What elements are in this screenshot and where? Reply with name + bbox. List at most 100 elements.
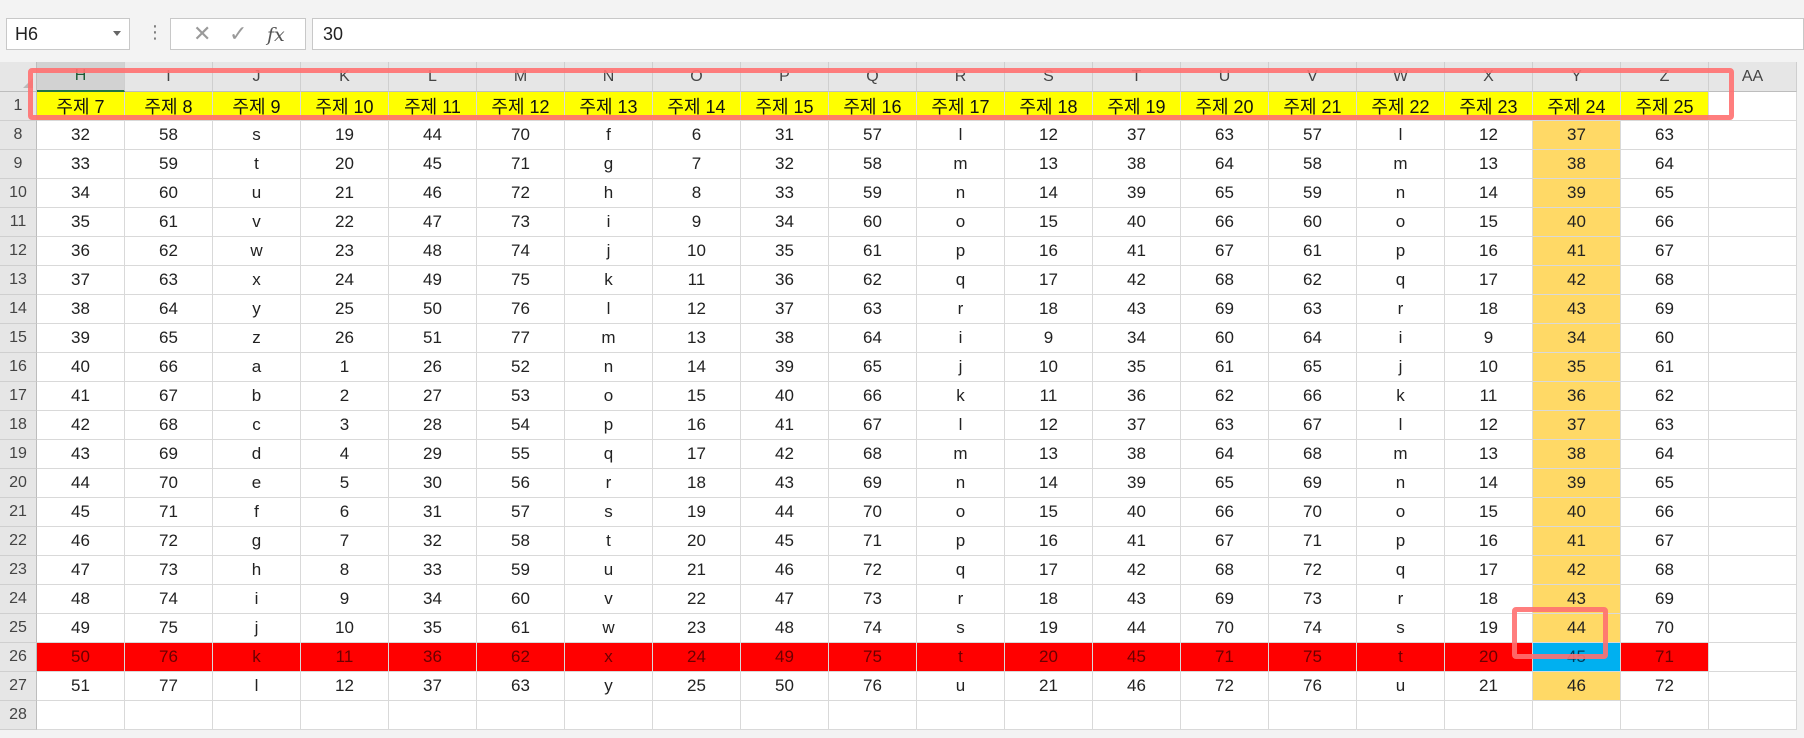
cell-u25[interactable]: 70 [1181,614,1269,643]
cell-u17[interactable]: 62 [1181,382,1269,411]
row-header-19[interactable]: 19 [0,440,37,469]
row-header-13[interactable]: 13 [0,266,37,295]
cell-z28[interactable] [1621,701,1709,730]
column-header-j[interactable]: J [213,62,301,92]
cell-s17[interactable]: 11 [1005,382,1093,411]
cell-m27[interactable]: 63 [477,672,565,701]
cell-r19[interactable]: m [917,440,1005,469]
cell-q24[interactable]: 73 [829,585,917,614]
cell-n17[interactable]: o [565,382,653,411]
cell-n27[interactable]: y [565,672,653,701]
cell-r13[interactable]: q [917,266,1005,295]
cell-aa20[interactable] [1709,469,1797,498]
cell-y20[interactable]: 39 [1533,469,1621,498]
cell-z14[interactable]: 69 [1621,295,1709,324]
cell-u16[interactable]: 61 [1181,353,1269,382]
cell-t25[interactable]: 44 [1093,614,1181,643]
cell-k21[interactable]: 6 [301,498,389,527]
cell-u1[interactable]: 주제 20 [1181,92,1269,121]
cell-aa1[interactable] [1709,92,1797,121]
cell-q18[interactable]: 67 [829,411,917,440]
cell-aa10[interactable] [1709,179,1797,208]
cell-r24[interactable]: r [917,585,1005,614]
cell-u14[interactable]: 69 [1181,295,1269,324]
cell-r18[interactable]: l [917,411,1005,440]
cell-l9[interactable]: 45 [389,150,477,179]
cell-h8[interactable]: 32 [37,121,125,150]
cell-h16[interactable]: 40 [37,353,125,382]
cell-w22[interactable]: p [1357,527,1445,556]
cell-h24[interactable]: 48 [37,585,125,614]
cell-p13[interactable]: 36 [741,266,829,295]
cell-h25[interactable]: 49 [37,614,125,643]
cell-aa16[interactable] [1709,353,1797,382]
cell-r15[interactable]: i [917,324,1005,353]
row-header-22[interactable]: 22 [0,527,37,556]
cell-i20[interactable]: 70 [125,469,213,498]
cell-aa19[interactable] [1709,440,1797,469]
cell-l26[interactable]: 36 [389,643,477,672]
cell-o21[interactable]: 19 [653,498,741,527]
cell-aa11[interactable] [1709,208,1797,237]
cell-v28[interactable] [1269,701,1357,730]
cell-l19[interactable]: 29 [389,440,477,469]
cell-n10[interactable]: h [565,179,653,208]
cell-s8[interactable]: 12 [1005,121,1093,150]
row-header-23[interactable]: 23 [0,556,37,585]
cell-j13[interactable]: x [213,266,301,295]
cell-m17[interactable]: 53 [477,382,565,411]
cell-o10[interactable]: 8 [653,179,741,208]
cell-h22[interactable]: 46 [37,527,125,556]
cell-y16[interactable]: 35 [1533,353,1621,382]
cell-k18[interactable]: 3 [301,411,389,440]
column-header-n[interactable]: N [565,62,653,92]
cell-k13[interactable]: 24 [301,266,389,295]
row-header-24[interactable]: 24 [0,585,37,614]
row-header-10[interactable]: 10 [0,179,37,208]
cell-r27[interactable]: u [917,672,1005,701]
cell-u15[interactable]: 60 [1181,324,1269,353]
cell-p27[interactable]: 50 [741,672,829,701]
cell-q11[interactable]: 60 [829,208,917,237]
cell-m12[interactable]: 74 [477,237,565,266]
cell-q27[interactable]: 76 [829,672,917,701]
cell-p17[interactable]: 40 [741,382,829,411]
cell-w24[interactable]: r [1357,585,1445,614]
cell-q22[interactable]: 71 [829,527,917,556]
cell-p8[interactable]: 31 [741,121,829,150]
cell-o1[interactable]: 주제 14 [653,92,741,121]
cell-m18[interactable]: 54 [477,411,565,440]
cell-h23[interactable]: 47 [37,556,125,585]
cell-o26[interactable]: 24 [653,643,741,672]
cell-l8[interactable]: 44 [389,121,477,150]
cell-x26[interactable]: 20 [1445,643,1533,672]
cell-m28[interactable] [477,701,565,730]
cell-t8[interactable]: 37 [1093,121,1181,150]
cell-h19[interactable]: 43 [37,440,125,469]
cell-m1[interactable]: 주제 12 [477,92,565,121]
cell-p24[interactable]: 47 [741,585,829,614]
cell-h9[interactable]: 33 [37,150,125,179]
formula-input[interactable]: 30 [312,18,1804,50]
cell-j18[interactable]: c [213,411,301,440]
cell-s19[interactable]: 13 [1005,440,1093,469]
cell-s24[interactable]: 18 [1005,585,1093,614]
cell-n24[interactable]: v [565,585,653,614]
cell-x27[interactable]: 21 [1445,672,1533,701]
cell-m14[interactable]: 76 [477,295,565,324]
cell-l11[interactable]: 47 [389,208,477,237]
cell-aa28[interactable] [1709,701,1797,730]
cell-w8[interactable]: l [1357,121,1445,150]
cell-r17[interactable]: k [917,382,1005,411]
cell-k20[interactable]: 5 [301,469,389,498]
cell-t22[interactable]: 41 [1093,527,1181,556]
cell-l17[interactable]: 27 [389,382,477,411]
cell-w17[interactable]: k [1357,382,1445,411]
cell-h14[interactable]: 38 [37,295,125,324]
cell-u10[interactable]: 65 [1181,179,1269,208]
cell-h20[interactable]: 44 [37,469,125,498]
cell-r25[interactable]: s [917,614,1005,643]
cell-t18[interactable]: 37 [1093,411,1181,440]
cell-y27[interactable]: 46 [1533,672,1621,701]
row-header-21[interactable]: 21 [0,498,37,527]
